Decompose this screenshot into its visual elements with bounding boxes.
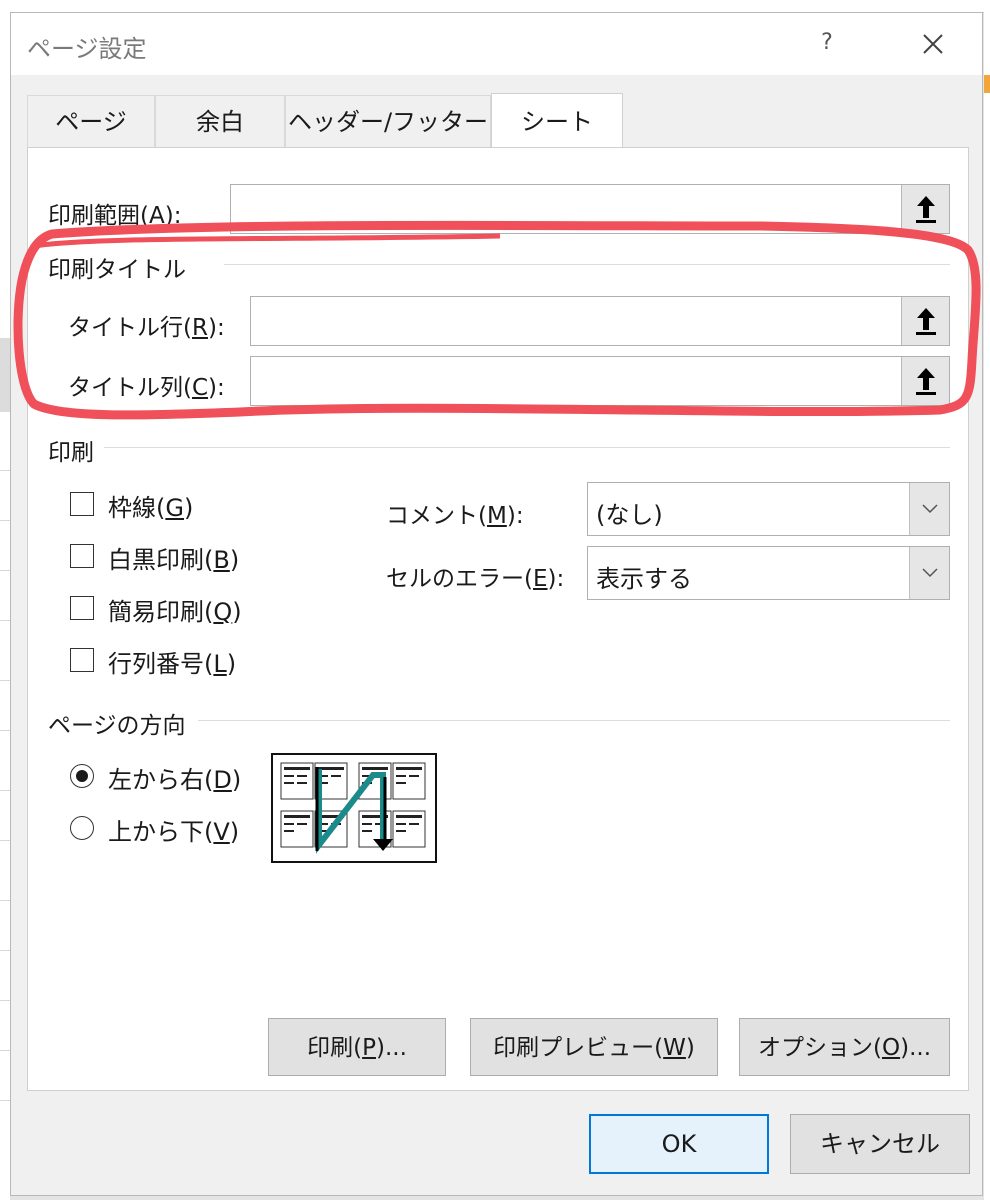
print-titles-group-label: 印刷タイトル — [48, 257, 186, 283]
print-group-label: 印刷 — [48, 440, 94, 466]
help-button[interactable]: ? — [811, 27, 843, 59]
tab-sheet[interactable]: シート — [491, 93, 623, 147]
title-columns-input[interactable] — [250, 356, 950, 406]
title-bar: ページ設定 ? — [11, 13, 982, 75]
close-icon — [923, 34, 943, 54]
black-white-checkbox[interactable] — [70, 544, 94, 568]
row-col-headings-label: 行列番号(L) — [108, 650, 237, 678]
print-preview-button[interactable]: 印刷プレビュー(W) — [470, 1018, 718, 1076]
draft-quality-checkbox[interactable] — [70, 596, 94, 620]
tab-page[interactable]: ページ — [27, 95, 155, 147]
comments-dropdown-button[interactable] — [909, 483, 949, 535]
print-area-collapse-button[interactable] — [901, 185, 949, 233]
comments-select[interactable]: (なし) — [587, 482, 950, 536]
draft-quality-label: 簡易印刷(Q) — [108, 598, 242, 626]
ok-button[interactable]: OK — [589, 1114, 769, 1174]
print-area-input[interactable] — [230, 184, 950, 234]
title-rows-collapse-button[interactable] — [901, 297, 949, 345]
cell-errors-select-value: 表示する — [596, 565, 692, 593]
print-button[interactable]: 印刷(P)... — [268, 1018, 446, 1076]
page-order-diagram-icon — [280, 762, 426, 854]
page-order-preview-image — [271, 753, 437, 863]
over-then-down-radio[interactable] — [70, 764, 94, 788]
page-order-separator — [198, 720, 950, 721]
title-columns-label: タイトル列(C): — [68, 375, 225, 401]
print-separator — [104, 447, 950, 448]
tab-margins[interactable]: 余白 — [155, 95, 285, 147]
up-arrow-icon — [915, 196, 936, 223]
background-sheet-left — [0, 0, 10, 1200]
over-then-down-label: 左から右(D) — [108, 766, 242, 794]
title-rows-label: タイトル行(R): — [68, 315, 225, 341]
cell-errors-dropdown-button[interactable] — [909, 547, 949, 599]
page-setup-dialog: ページ設定 ? ページ 余白 ヘッダー/フッター シート 印刷範囲(A): 印刷… — [10, 12, 983, 1196]
black-white-label: 白黒印刷(B) — [108, 546, 240, 574]
down-then-over-radio[interactable] — [70, 816, 94, 840]
title-columns-collapse-button[interactable] — [901, 357, 949, 405]
tab-header-footer[interactable]: ヘッダー/フッター — [285, 95, 491, 147]
row-col-headings-checkbox[interactable] — [70, 648, 94, 672]
background-accent — [984, 75, 990, 93]
up-arrow-icon — [915, 308, 936, 335]
gridlines-checkbox[interactable] — [70, 492, 94, 516]
cell-errors-select[interactable]: 表示する — [587, 546, 950, 600]
chevron-down-icon — [921, 568, 938, 578]
print-titles-separator — [224, 264, 950, 265]
options-button[interactable]: オプション(O)... — [739, 1018, 950, 1076]
background-sheet-right — [984, 0, 990, 1200]
down-then-over-label: 上から下(V) — [108, 818, 240, 846]
close-button[interactable] — [911, 25, 955, 65]
print-area-label: 印刷範囲(A): — [48, 203, 182, 229]
up-arrow-icon — [915, 368, 936, 395]
background-sheet-header — [0, 338, 10, 412]
chevron-down-icon — [921, 504, 938, 514]
cell-errors-label: セルのエラー(E): — [386, 566, 565, 592]
comments-select-value: (なし) — [596, 501, 663, 529]
sheet-tab-panel: 印刷範囲(A): 印刷タイトル タイトル行(R): タイトル列(C): 印刷 枠… — [27, 147, 969, 1091]
page-order-group-label: ページの方向 — [48, 713, 186, 739]
title-rows-input[interactable] — [250, 296, 950, 346]
dialog-title: ページ設定 — [27, 35, 147, 63]
comments-label: コメント(M): — [386, 503, 524, 529]
gridlines-label: 枠線(G) — [108, 494, 194, 522]
cancel-button[interactable]: キャンセル — [790, 1114, 970, 1174]
